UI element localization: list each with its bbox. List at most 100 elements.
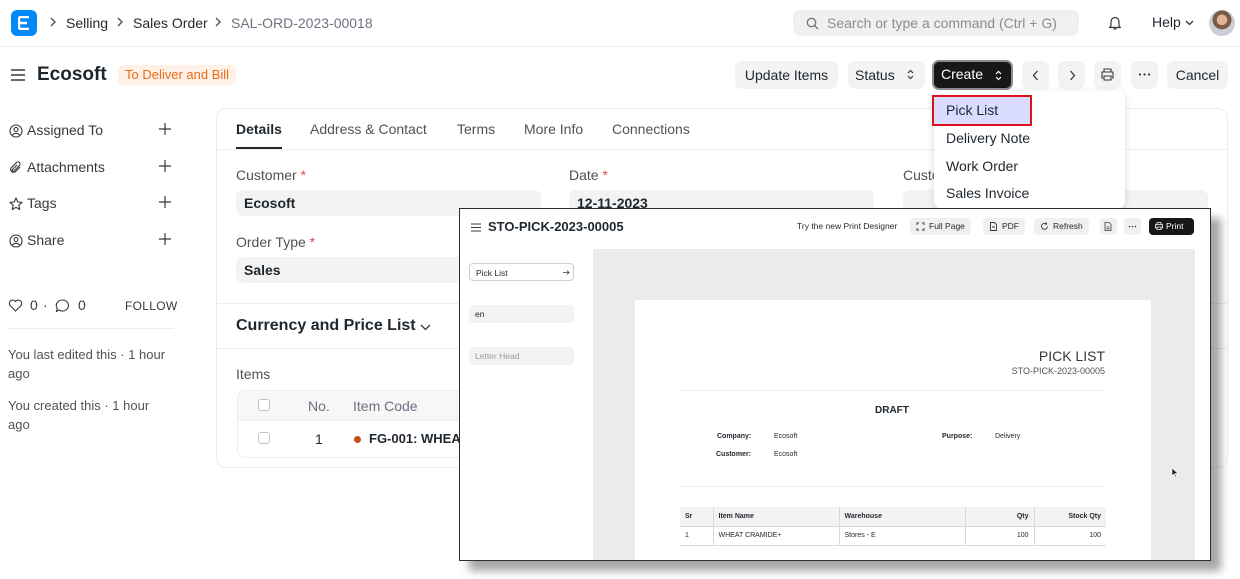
status-dot xyxy=(354,436,361,443)
items-grid-header: No. Item Code xyxy=(237,390,497,421)
cancel-button[interactable]: Cancel xyxy=(1167,61,1228,89)
status-button-label: Status xyxy=(855,67,895,83)
language-select[interactable]: en xyxy=(469,305,574,323)
plus-icon[interactable] xyxy=(159,196,171,208)
settings-doc-button[interactable] xyxy=(1100,218,1117,235)
help-menu[interactable]: Help xyxy=(1152,14,1181,30)
separator-dot: · xyxy=(43,297,48,313)
status-badge: To Deliver and Bill xyxy=(118,65,237,85)
erpnext-logo-icon xyxy=(18,16,29,30)
more-options-button[interactable] xyxy=(1124,218,1141,235)
menu-item-sales-invoice[interactable]: Sales Invoice xyxy=(946,185,1029,201)
menu-item-work-order[interactable]: Work Order xyxy=(946,158,1018,174)
tab-connections[interactable]: Connections xyxy=(612,121,690,137)
full-page-button[interactable]: Full Page xyxy=(910,218,971,235)
print-divider xyxy=(680,486,1106,487)
row-item-code[interactable]: FG-001: WHEAT xyxy=(369,431,468,446)
row-checkbox[interactable] xyxy=(258,432,270,444)
updown-chevron-icon xyxy=(907,69,914,80)
cancel-button-label: Cancel xyxy=(1175,67,1220,83)
refresh-button[interactable]: Refresh xyxy=(1034,218,1089,235)
print-th-stock-qty: Stock Qty xyxy=(1033,507,1106,527)
user-avatar[interactable] xyxy=(1209,10,1235,36)
ellipsis-icon xyxy=(1128,225,1137,228)
chevron-right-icon xyxy=(215,17,221,27)
date-label: Date * xyxy=(569,167,608,183)
print-customer-label: Customer: xyxy=(716,451,752,458)
like-count: 0 xyxy=(30,297,38,313)
row-no: 1 xyxy=(315,431,323,447)
comment-icon[interactable] xyxy=(55,299,70,313)
breadcrumb-current-doc[interactable]: SAL-ORD-2023-00018 xyxy=(231,15,373,31)
order-type-label: Order Type * xyxy=(236,234,316,250)
plus-icon[interactable] xyxy=(159,160,171,172)
follow-button[interactable]: FOLLOW xyxy=(125,299,177,313)
plus-icon[interactable] xyxy=(159,123,171,135)
create-button-label: Create xyxy=(941,66,984,82)
updown-chevron-icon xyxy=(995,70,1002,81)
search-input[interactable]: Search or type a command (Ctrl + G) xyxy=(793,10,1079,36)
document-icon xyxy=(1104,222,1112,231)
chevron-down-icon[interactable] xyxy=(420,324,431,331)
sidebar-item-label: Tags xyxy=(27,195,57,211)
assign-icon xyxy=(9,124,23,138)
print-canvas: PICK LIST STO-PICK-2023-00005 DRAFT Comp… xyxy=(593,249,1195,560)
sidebar-item-label: Attachments xyxy=(27,159,105,175)
section-currency-price-list[interactable]: Currency and Price List xyxy=(236,317,416,335)
top-navbar: Selling Sales Order SAL-ORD-2023-00018 S… xyxy=(0,0,1240,47)
print-doc-name: STO-PICK-2023-00005 xyxy=(1011,366,1105,376)
active-tab-indicator xyxy=(236,147,282,149)
breadcrumb-selling[interactable]: Selling xyxy=(66,15,108,31)
chevron-down-icon xyxy=(1185,20,1194,26)
bell-icon[interactable] xyxy=(1108,15,1122,31)
select-all-checkbox[interactable] xyxy=(258,399,270,411)
print-company-value: Ecosoft xyxy=(774,433,798,440)
sidebar-item-share[interactable]: Share xyxy=(9,231,174,251)
print-th-sr: Sr xyxy=(680,507,713,527)
tab-address-contact[interactable]: Address & Contact xyxy=(310,121,427,137)
prev-doc-button[interactable] xyxy=(1022,61,1049,89)
print-format-select[interactable]: Pick List xyxy=(469,263,574,281)
sidebar-toggle-icon[interactable] xyxy=(471,223,481,232)
mouse-cursor-icon xyxy=(1171,467,1179,478)
menu-item-delivery-note[interactable]: Delivery Note xyxy=(946,130,1030,146)
print-td-item-name: WHEAT CRAMIDE+ xyxy=(712,526,839,546)
pdf-button[interactable]: PDF xyxy=(983,218,1025,235)
print-button[interactable] xyxy=(1094,61,1121,89)
ellipsis-icon xyxy=(1138,73,1151,76)
sidebar-item-tags[interactable]: Tags xyxy=(9,194,174,214)
table-row[interactable]: 1 FG-001: WHEAT xyxy=(237,421,497,458)
breadcrumb-sales-order[interactable]: Sales Order xyxy=(133,15,208,31)
sidebar-toggle-icon[interactable] xyxy=(11,69,25,81)
update-items-button[interactable]: Update Items xyxy=(735,61,838,89)
status-dropdown-button[interactable]: Status xyxy=(848,61,925,89)
print-td-stock-qty: 100 xyxy=(1033,526,1106,546)
sidebar-item-attachments[interactable]: Attachments xyxy=(9,158,174,178)
next-doc-button[interactable] xyxy=(1058,61,1085,89)
print-designer-link[interactable]: Try the new Print Designer xyxy=(797,221,897,231)
letter-head-select[interactable]: Letter Head xyxy=(469,347,574,365)
plus-icon[interactable] xyxy=(159,233,171,245)
search-placeholder: Search or type a command (Ctrl + G) xyxy=(827,15,1057,31)
heart-icon[interactable] xyxy=(8,299,23,312)
print-doc-title: STO-PICK-2023-00005 xyxy=(488,219,624,234)
comment-count: 0 xyxy=(78,297,86,313)
more-actions-button[interactable] xyxy=(1131,61,1158,89)
share-icon xyxy=(9,234,23,248)
tab-terms[interactable]: Terms xyxy=(457,121,495,137)
activity-last-edited: You last edited this · 1 hour ago xyxy=(8,347,166,381)
page-title: Ecosoft xyxy=(37,64,107,85)
print-submit-button[interactable]: Print xyxy=(1149,218,1194,235)
print-purpose-value: Delivery xyxy=(995,433,1021,440)
menu-item-pick-list[interactable]: Pick List xyxy=(932,95,1032,126)
print-td-sr: 1 xyxy=(680,526,713,546)
tab-more-info[interactable]: More Info xyxy=(524,121,583,137)
chevron-right-icon xyxy=(50,17,56,27)
print-purpose-label: Purpose: xyxy=(942,433,973,440)
print-paper: PICK LIST STO-PICK-2023-00005 DRAFT Comp… xyxy=(635,300,1151,560)
app-logo[interactable] xyxy=(11,10,37,36)
create-dropdown-button[interactable]: Create xyxy=(932,60,1013,90)
tab-details[interactable]: Details xyxy=(236,121,282,137)
sidebar-item-assigned-to[interactable]: Assigned To xyxy=(9,121,174,141)
print-table-header: Sr Item Name Warehouse Qty Stock Qty xyxy=(680,507,1106,527)
